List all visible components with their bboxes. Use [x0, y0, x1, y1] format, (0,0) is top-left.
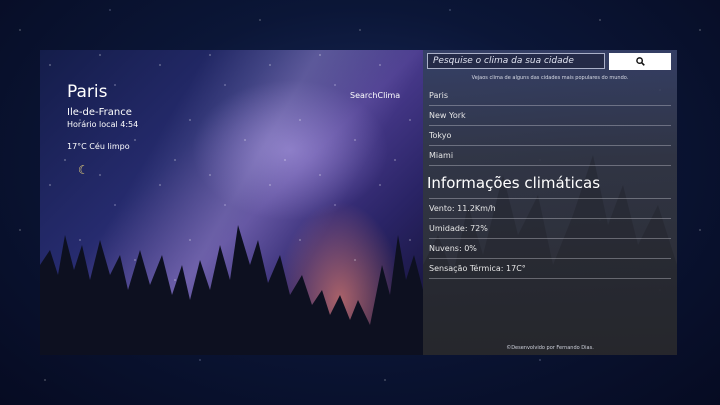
search-input[interactable]	[427, 53, 605, 69]
weather-app: Paris Ile-de-France Horário local 4:54 1…	[40, 50, 677, 355]
city-name: Paris	[67, 82, 108, 102]
climate-details: Vento: 11.2Km/h Umidade: 72% Nuvens: 0% …	[429, 198, 671, 279]
feels-like-detail: Sensação Térmica: 17C°	[429, 259, 671, 279]
popular-cities-subtitle: Vejaos clima de alguns das cidades mais …	[471, 75, 629, 81]
city-item-miami[interactable]: Miami	[429, 146, 671, 166]
clouds-detail: Nuvens: 0%	[429, 239, 671, 259]
weather-summary: 17°C Céu limpo	[67, 142, 130, 151]
current-weather: Paris Ile-de-France Horário local 4:54 1…	[67, 82, 138, 151]
city-item-paris[interactable]: Paris	[429, 86, 671, 106]
footer-credit: ©Desenvolvido por Fernando Dias.	[506, 345, 594, 351]
search-button[interactable]	[609, 53, 671, 70]
popular-cities-list: Paris New York Tokyo Miami	[429, 86, 671, 166]
wind-detail: Vento: 11.2Km/h	[429, 199, 671, 219]
search-icon	[635, 57, 645, 66]
search-bar	[427, 53, 673, 70]
tree-silhouettes	[40, 225, 423, 355]
crescent-moon-icon: ☾	[78, 163, 89, 177]
local-time: Horário local 4:54	[67, 120, 139, 129]
sidebar: Vejaos clima de alguns das cidades mais …	[423, 50, 677, 355]
region-name: Ile-de-France	[67, 107, 132, 118]
city-item-tokyo[interactable]: Tokyo	[429, 126, 671, 146]
city-item-new-york[interactable]: New York	[429, 106, 671, 126]
hero-panel: Paris Ile-de-France Horário local 4:54 1…	[40, 50, 423, 355]
humidity-detail: Umidade: 72%	[429, 219, 671, 239]
app-brand[interactable]: SearchClima	[350, 91, 400, 100]
climate-info-title: Informações climáticas	[427, 174, 601, 192]
